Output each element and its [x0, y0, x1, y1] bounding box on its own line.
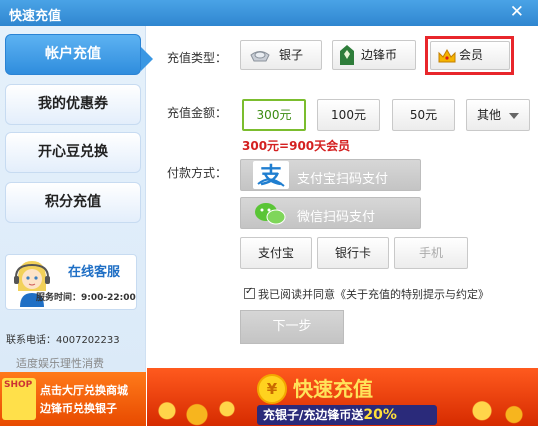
mobile-pay-button[interactable]: 手机 [394, 237, 468, 269]
promo-title: 快速充值 [293, 377, 373, 401]
online-support-box[interactable]: 在线客服 服务时间：9:00-22:00 [5, 254, 137, 310]
silver-ingot-icon [250, 51, 270, 62]
wechat-logo-icon [255, 203, 286, 225]
online-support-title: 在线客服 [68, 265, 121, 280]
window-title: 快速充值 [9, 9, 62, 24]
payment-method-label: 付款方式： [167, 166, 228, 180]
shop-banner-line2: 边锋币兑换银子 [40, 402, 117, 415]
sidebar-item-points-recharge[interactable]: 积分充值 [5, 182, 141, 223]
bianfeng-coin-icon [340, 45, 354, 65]
sidebar-item-account-recharge[interactable]: 帐户充值 [5, 34, 141, 75]
amount-300-button[interactable]: 300元 [242, 99, 306, 131]
gold-coins-decoration-left [147, 388, 247, 426]
service-hours: 服务时间：9:00-22:00 [36, 293, 136, 303]
agreement-row[interactable]: 我已阅读并同意《关于充值的特别提示与约定》 [244, 286, 489, 302]
close-icon[interactable]: ✕ [510, 2, 524, 22]
wechat-scan-pay-label: 微信扫码支付 [297, 210, 376, 225]
active-arrow-icon [141, 47, 153, 71]
chevron-down-icon [509, 113, 519, 119]
shop-banner[interactable]: SHOP 点击大厅兑换商城 边锋币兑换银子 [0, 372, 146, 426]
agreement-text: 我已阅读并同意《关于充值的特别提示与约定》 [258, 288, 489, 301]
sidebar-item-coupons[interactable]: 我的优惠券 [5, 84, 141, 125]
quick-recharge-window: 快速充值 ✕ 帐户充值 我的优惠券 开心豆兑换 积分充值 在线客服 服务时间：9… [0, 0, 538, 426]
quick-recharge-promo-banner[interactable]: ¥ 快速充值 充银子/充边锋币送20% [147, 368, 538, 426]
contact-phone: 联系电话：4007202233 [6, 335, 120, 346]
alipay-scan-pay-label: 支付宝扫码支付 [297, 172, 389, 187]
slogan: 适度娱乐理性消费 [16, 357, 104, 370]
shop-icon: SHOP [2, 378, 36, 420]
shop-icon-label: SHOP [4, 380, 33, 390]
amount-other-dropdown[interactable]: 其他 [466, 99, 530, 131]
type-bianfeng-coin-button[interactable]: 边锋币 [332, 40, 416, 70]
amount-100-button[interactable]: 100元 [317, 99, 380, 131]
sidebar: 帐户充值 我的优惠券 开心豆兑换 积分充值 在线客服 服务时间：9:00-22:… [0, 26, 153, 426]
recharge-type-label: 充值类型： [167, 51, 228, 65]
type-silver-label: 银子 [279, 48, 304, 62]
promo-subtitle: 充银子/充边锋币送20% [257, 405, 437, 425]
amount-other-label: 其他 [477, 108, 502, 122]
yuan-coin-icon: ¥ [257, 374, 287, 404]
alipay-scan-pay-button[interactable]: 支 支付宝扫码支付 [240, 159, 421, 191]
agreement-checkbox[interactable] [244, 286, 255, 299]
promo-bonus: 20% [363, 407, 397, 423]
sidebar-item-happy-bean-exchange[interactable]: 开心豆兑换 [5, 132, 141, 173]
type-bianfeng-coin-label: 边锋币 [361, 48, 398, 62]
wechat-scan-pay-button[interactable]: 微信扫码支付 [240, 197, 421, 229]
gold-coins-decoration-right [458, 388, 538, 426]
selected-type-highlight [425, 36, 514, 75]
bank-card-button[interactable]: 银行卡 [317, 237, 389, 269]
alipay-button[interactable]: 支付宝 [240, 237, 312, 269]
next-step-button[interactable]: 下一步 [240, 310, 344, 344]
alipay-logo-icon: 支 [253, 161, 289, 189]
shop-banner-line1: 点击大厅兑换商城 [40, 384, 128, 397]
amount-50-button[interactable]: 50元 [392, 99, 455, 131]
recharge-amount-label: 充值金额： [167, 106, 228, 120]
svg-text:支: 支 [260, 164, 283, 188]
promo-subtitle-text: 充银子/充边锋币送 [263, 408, 364, 422]
title-bar: 快速充值 ✕ [0, 0, 538, 26]
type-silver-button[interactable]: 银子 [240, 40, 322, 70]
price-note: 300元=900天会员 [242, 139, 351, 153]
